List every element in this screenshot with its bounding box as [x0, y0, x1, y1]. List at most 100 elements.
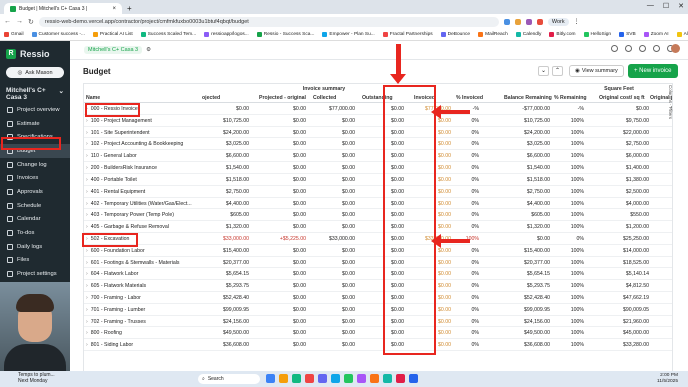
- invoiced-link[interactable]: $0.00: [438, 319, 451, 325]
- invoiced-link[interactable]: $0.00: [438, 342, 451, 348]
- bookmark-item[interactable]: Empower - Plan Su...: [322, 32, 375, 37]
- invoiced-link[interactable]: $0.00: [438, 212, 451, 218]
- help-icon[interactable]: [611, 45, 618, 52]
- ask-mason-button[interactable]: ◎ Ask Mason: [6, 67, 64, 78]
- bookmark-item[interactable]: Fractal Partnerships: [382, 32, 433, 37]
- bookmark-item[interactable]: HelloSign: [583, 32, 611, 37]
- side-panel-tab[interactable]: Columns · Filters: [665, 85, 673, 145]
- taskbar-search[interactable]: ⌕ Search: [198, 374, 260, 384]
- invoiced-link[interactable]: $0.00: [438, 177, 451, 183]
- column-header[interactable]: ojected: [202, 95, 220, 101]
- bookmark-item[interactable]: Calendly: [515, 32, 541, 37]
- bookmark-item[interactable]: Ressio - Success Sca...: [256, 32, 314, 37]
- bookmark-item[interactable]: ressioapp/logos...: [204, 32, 249, 37]
- app-icon[interactable]: [344, 374, 353, 383]
- bookmark-item[interactable]: MailReach: [478, 32, 508, 37]
- app-icon[interactable]: [396, 374, 405, 383]
- settings-icon[interactable]: ⚙: [146, 47, 151, 53]
- app-icon[interactable]: [383, 374, 392, 383]
- expand-chevron-icon[interactable]: ›: [86, 224, 88, 230]
- sidebar-item-project-overview[interactable]: Project overview: [0, 103, 70, 117]
- reload-icon[interactable]: ↻: [28, 18, 34, 26]
- expand-chevron-icon[interactable]: ›: [86, 271, 88, 277]
- invoiced-link[interactable]: $0.00: [438, 130, 451, 136]
- extension-icon[interactable]: [503, 18, 510, 25]
- app-icon[interactable]: [370, 374, 379, 383]
- sidebar-item-approvals[interactable]: Approvals: [0, 185, 70, 199]
- expand-chevron-icon[interactable]: ›: [86, 141, 88, 147]
- new-tab-icon[interactable]: +: [127, 3, 132, 14]
- sidebar-item-files[interactable]: Files: [0, 254, 70, 268]
- table-row[interactable]: › 600 - Foundation Labor $15,400.00 $0.00 $0…: [84, 245, 672, 257]
- bookmark-item[interactable]: Bitly.com: [549, 32, 576, 37]
- invoiced-link[interactable]: $0.00: [438, 153, 451, 159]
- expand-chevron-icon[interactable]: ›: [86, 165, 88, 171]
- invoiced-link[interactable]: $0.00: [438, 201, 451, 207]
- invoiced-link[interactable]: $0.00: [438, 189, 451, 195]
- table-row[interactable]: › 601 - Footings & Stemwalls - Materials $…: [84, 257, 672, 269]
- table-row[interactable]: › 700 - Framing - Labor $52,428.40 $0.00 $0.…: [84, 292, 672, 304]
- project-selector[interactable]: Mitchell's C+ Casa 3 ⌄: [0, 82, 70, 103]
- table-row[interactable]: › 702 - Framing - Trusses $24,156.00 $0.00 $…: [84, 316, 672, 328]
- column-header[interactable]: Balance Remaining: [504, 95, 552, 101]
- table-row[interactable]: › 102 - Project Accounting & Bookkeeping $…: [84, 138, 672, 151]
- column-header[interactable]: Original cost/ sq ft: [599, 95, 645, 101]
- menu-icon[interactable]: ⋮: [574, 18, 580, 25]
- table-row[interactable]: › 400 - Portable Toilet $1,518.00 $0.00 $0.0…: [84, 174, 672, 186]
- profile-button[interactable]: Work: [547, 17, 569, 26]
- table-row[interactable]: › 605 - Flatwork Materials $5,293.75 $0.00 $…: [84, 280, 672, 292]
- sidebar-item-daily-logs[interactable]: Daily logs: [0, 240, 70, 254]
- column-header[interactable]: Projected - original: [259, 95, 306, 101]
- app-icon[interactable]: [318, 374, 327, 383]
- chevron-up-icon[interactable]: ⌃: [552, 66, 563, 76]
- app-icon[interactable]: [266, 374, 275, 383]
- app-icon[interactable]: [305, 374, 314, 383]
- expand-chevron-icon[interactable]: ›: [86, 201, 88, 207]
- bookmark-item[interactable]: Gmail: [4, 32, 24, 37]
- search-icon[interactable]: [639, 45, 646, 52]
- invoiced-link[interactable]: $0.00: [438, 165, 451, 171]
- invoiced-link[interactable]: $0.00: [438, 141, 451, 147]
- column-header[interactable]: % Remaining: [554, 95, 587, 101]
- sidebar-item-to-dos[interactable]: To-dos: [0, 226, 70, 240]
- info-icon[interactable]: [625, 45, 632, 52]
- expand-chevron-icon[interactable]: ›: [86, 330, 88, 336]
- bookmark-item[interactable]: Practical AI List: [92, 32, 133, 37]
- table-row[interactable]: › 000 - Ressio Invoice $0.00 $0.00 $77,000.0…: [84, 103, 672, 115]
- expand-chevron-icon[interactable]: ›: [86, 248, 88, 254]
- expand-chevron-icon[interactable]: ›: [86, 212, 88, 218]
- extension-icon[interactable]: [536, 18, 543, 25]
- system-tray[interactable]: 2:00 PM 11/5/2025: [657, 373, 678, 385]
- expand-chevron-icon[interactable]: ›: [86, 189, 88, 195]
- expand-chevron-icon[interactable]: ›: [86, 118, 88, 124]
- table-row[interactable]: › 101 - Site Superintendent $24,200.00 $0.0…: [84, 127, 672, 139]
- expand-chevron-icon[interactable]: ›: [86, 319, 88, 325]
- app-icon[interactable]: [357, 374, 366, 383]
- expand-chevron-icon[interactable]: ›: [86, 153, 88, 159]
- sidebar-item-invoices[interactable]: Invoices: [0, 171, 70, 185]
- extension-icon[interactable]: [525, 18, 532, 25]
- sidebar-item-project-settings[interactable]: Project settings: [0, 267, 70, 281]
- table-row[interactable]: › 801 - Siding Labor $36,608.00 $0.00 $0.00 $…: [84, 339, 672, 352]
- app-icon[interactable]: [331, 374, 340, 383]
- expand-chevron-icon[interactable]: ›: [86, 260, 88, 266]
- expand-chevron-icon[interactable]: ›: [86, 130, 88, 136]
- weather-widget[interactable]: Temps to plum... Next Monday: [18, 372, 55, 384]
- table-row[interactable]: › 402 - Temporary Utilities (Water/Gas/El…: [84, 198, 672, 210]
- new-invoice-button[interactable]: + New invoice: [628, 64, 678, 78]
- table-row[interactable]: › 401 - Rental Equipment $2,750.00 $0.00 $0.…: [84, 186, 672, 198]
- app-icon[interactable]: [279, 374, 288, 383]
- expand-chevron-icon[interactable]: ›: [86, 177, 88, 183]
- chevron-down-icon[interactable]: ⌄: [538, 66, 549, 76]
- forward-icon[interactable]: →: [16, 18, 23, 25]
- invoiced-link[interactable]: $0.00: [438, 295, 451, 301]
- invoiced-link[interactable]: $0.00: [438, 330, 451, 336]
- back-icon[interactable]: ←: [4, 18, 11, 25]
- brand-logo[interactable]: R Ressio: [0, 41, 70, 63]
- table-row[interactable]: › 403 - Temporary Power (Temp Pole) $605.0…: [84, 209, 672, 222]
- table-row[interactable]: › 502 - Excavation $33,000.00 +$5,225.00 $33…: [84, 233, 672, 245]
- avatar[interactable]: [671, 44, 680, 53]
- invoiced-link[interactable]: $0.00: [438, 224, 451, 230]
- table-row[interactable]: › 405 - Garbage & Refuse Removal $1,320.00…: [84, 221, 672, 233]
- table-row[interactable]: › 200 - BuildersRisk Insurance $1,540.00 $0…: [84, 162, 672, 174]
